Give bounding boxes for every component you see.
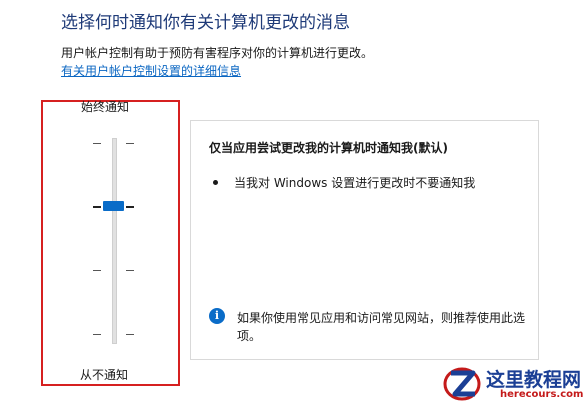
slider-tick-right [126, 143, 134, 144]
slider-label-never-notify: 从不通知 [80, 368, 129, 382]
level-description-panel: 仅当应用尝试更改我的计算机时通知我(默认) 当我对 Windows 设置进行更改… [190, 120, 539, 360]
slider-tick-right [126, 206, 134, 208]
level-bullet-item: 当我对 Windows 设置进行更改时不要通知我 [213, 174, 475, 191]
uac-settings-help-link[interactable]: 有关用户帐户控制设置的详细信息 [61, 62, 241, 79]
slider-track[interactable] [112, 138, 117, 344]
slider-tick-right [126, 334, 134, 335]
level-bullet-text: 当我对 Windows 设置进行更改时不要通知我 [234, 176, 476, 190]
watermark-logo-icon [443, 367, 481, 401]
slider-tick-left [93, 143, 101, 144]
page-description: 用户帐户控制有助于预防有害程序对你的计算机进行更改。 [61, 46, 374, 60]
slider-highlight-box [41, 100, 180, 386]
watermark-title: 这里教程网 [486, 369, 582, 391]
watermark-url: herecours.com [500, 389, 584, 400]
recommendation-text: 如果你使用常见应用和访问常见网站，则推荐使用此选项。 [237, 311, 526, 343]
page-title: 选择何时通知你有关计算机更改的消息 [61, 13, 350, 33]
watermark: 这里教程网 herecours.com [440, 362, 588, 405]
slider-tick-left [93, 270, 101, 271]
slider-tick-right [126, 270, 134, 271]
slider-tick-left [93, 334, 101, 335]
slider-thumb[interactable] [103, 201, 124, 211]
slider-label-always-notify: 始终通知 [81, 100, 130, 114]
slider-tick-left [93, 206, 101, 208]
level-heading: 仅当应用尝试更改我的计算机时通知我(默认) [209, 141, 448, 155]
bullet-dot-icon [213, 180, 218, 185]
info-icon: i [209, 308, 225, 324]
